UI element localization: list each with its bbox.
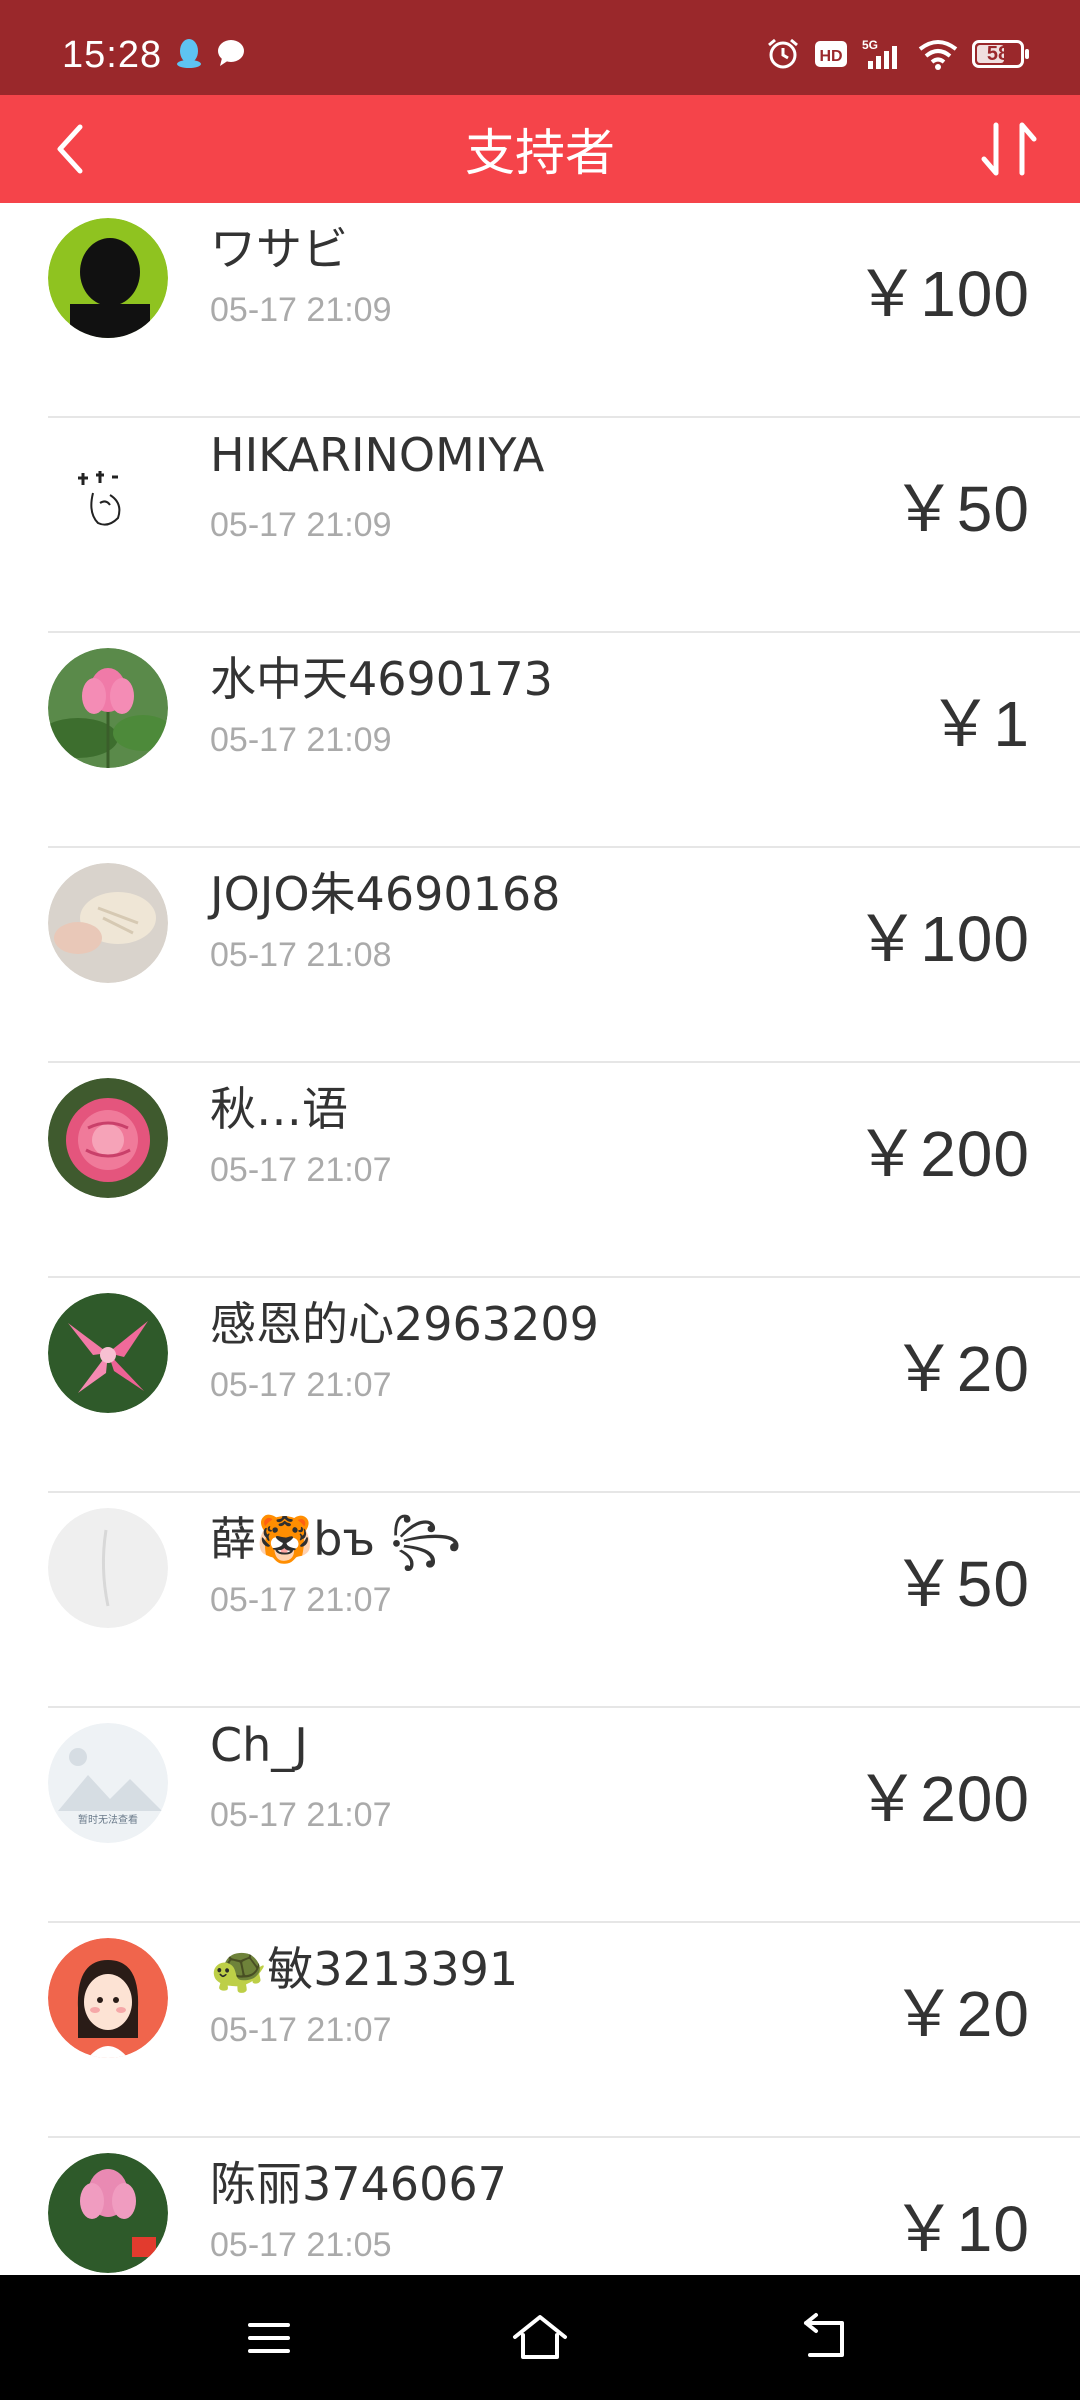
avatar[interactable] — [48, 1078, 168, 1198]
avatar[interactable] — [48, 2153, 168, 2273]
status-bar: 15:28 HD 5G 58 — [0, 0, 1080, 95]
signal-5g-icon: 5G — [862, 38, 897, 69]
supporter-name: 秋…语 — [210, 1082, 348, 1136]
support-time: 05-17 21:09 — [210, 291, 392, 329]
support-time: 05-17 21:07 — [210, 1796, 392, 1834]
battery-level: 58 — [986, 42, 1010, 65]
support-amount: ￥100 — [855, 903, 1030, 975]
qq-penguin-icon — [177, 39, 201, 68]
support-amount: ￥50 — [891, 1548, 1030, 1620]
avatar[interactable]: 暂时无法查看 — [48, 1723, 168, 1843]
battery-icon: 58 — [972, 40, 1029, 68]
supporter-name: JOJO朱4690168 — [210, 867, 561, 921]
avatar[interactable] — [48, 863, 168, 983]
hd-icon: HD — [815, 41, 847, 67]
list-item[interactable]: 秋…语 05-17 21:07 ￥200 — [0, 1063, 1080, 1278]
list-item[interactable]: 感恩的心2963209 05-17 21:07 ￥20 — [0, 1278, 1080, 1493]
support-time: 05-17 21:07 — [210, 1581, 392, 1619]
svg-text:HD: HD — [819, 48, 842, 65]
support-amount: ￥200 — [855, 1763, 1030, 1835]
list-item[interactable]: 陈丽3746067 05-17 21:05 ￥10 — [0, 2138, 1080, 2275]
app-header: 支持者 — [0, 95, 1080, 203]
alarm-icon — [768, 38, 798, 69]
supporter-name: Ch_J — [210, 1718, 308, 1772]
avatar[interactable] — [48, 1508, 168, 1628]
support-time: 05-17 21:08 — [210, 936, 392, 974]
list-item[interactable]: ワサビ 05-17 21:09 ￥100 — [0, 203, 1080, 418]
support-amount: ￥10 — [891, 2193, 1030, 2265]
supporter-name: 感恩的心2963209 — [210, 1297, 599, 1351]
support-amount: ￥200 — [855, 1118, 1030, 1190]
wifi-icon — [918, 40, 958, 70]
support-time: 05-17 21:07 — [210, 1366, 392, 1404]
supporter-name: 陈丽3746067 — [210, 2157, 507, 2211]
sort-arrows-icon[interactable] — [976, 115, 1042, 185]
supporter-name: 🐢敏3213391 — [210, 1942, 519, 1996]
list-item[interactable]: 水中天4690173 05-17 21:09 ￥1 — [0, 633, 1080, 848]
avatar[interactable] — [48, 648, 168, 768]
list-item[interactable]: JOJO朱4690168 05-17 21:08 ￥100 — [0, 848, 1080, 1063]
supporter-name: HIKARINOMIYA — [210, 428, 545, 482]
list-item[interactable]: 暂时无法查看 Ch_J 05-17 21:07 ￥200 — [0, 1708, 1080, 1923]
avatar[interactable] — [48, 1938, 168, 2058]
support-amount: ￥100 — [855, 258, 1030, 330]
support-time: 05-17 21:05 — [210, 2226, 392, 2264]
list-item[interactable]: HIKARINOMIYA 05-17 21:09 ￥50 — [0, 418, 1080, 633]
support-time: 05-17 21:09 — [210, 721, 392, 759]
avatar[interactable] — [48, 433, 168, 553]
status-time: 15:28 — [62, 34, 163, 76]
menu-icon[interactable] — [236, 2305, 302, 2371]
list-item[interactable]: 🐢敏3213391 05-17 21:07 ￥20 — [0, 1923, 1080, 2138]
page-title: 支持者 — [465, 124, 615, 182]
system-nav-bar — [0, 2275, 1080, 2400]
supporters-list[interactable]: ワサビ 05-17 21:09 ￥100 HIKARINOMIYA 05-17 … — [0, 203, 1080, 2275]
support-amount: ￥1 — [928, 688, 1030, 760]
chat-bubble-icon — [218, 40, 244, 66]
support-amount: ￥50 — [891, 473, 1030, 545]
avatar-placeholder-text: 暂时无法查看 — [78, 1813, 138, 1826]
support-time: 05-17 21:09 — [210, 506, 392, 544]
svg-text:5G: 5G — [862, 38, 878, 52]
supporter-name: ワサビ — [210, 222, 348, 276]
support-time: 05-17 21:07 — [210, 2011, 392, 2049]
back-icon[interactable] — [792, 2305, 858, 2371]
list-item[interactable]: 薛🐯bъ ꧂ 05-17 21:07 ￥50 — [0, 1493, 1080, 1708]
home-icon[interactable] — [507, 2305, 573, 2371]
support-amount: ￥20 — [891, 1978, 1030, 2050]
avatar[interactable] — [48, 1293, 168, 1413]
support-amount: ￥20 — [891, 1333, 1030, 1405]
support-time: 05-17 21:07 — [210, 1151, 392, 1189]
avatar[interactable] — [48, 218, 168, 338]
supporter-name: 水中天4690173 — [210, 652, 553, 706]
